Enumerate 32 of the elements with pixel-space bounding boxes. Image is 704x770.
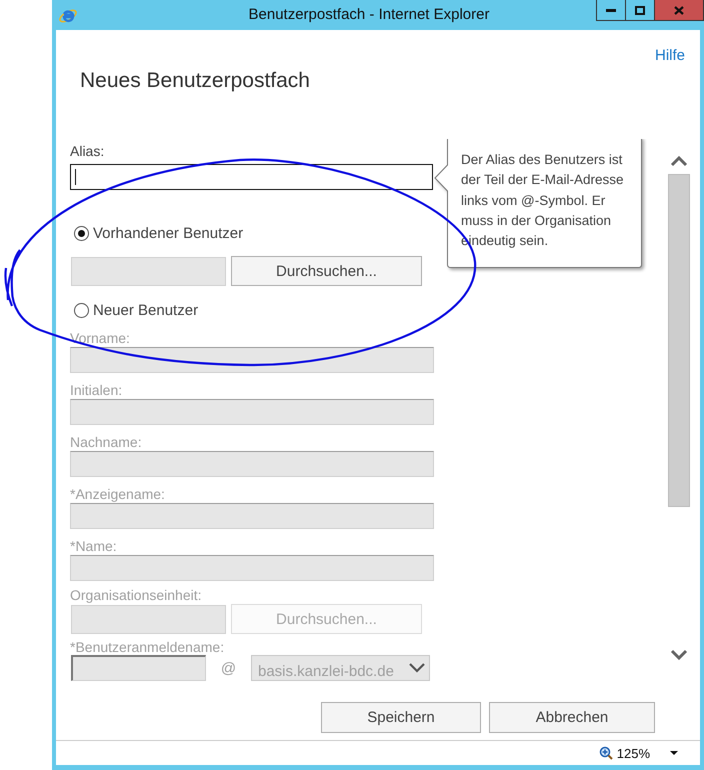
cancel-button[interactable]: Abbrechen [489, 702, 655, 733]
zoom-level[interactable]: 125% [616, 746, 650, 760]
scroll-down-icon[interactable] [670, 649, 688, 661]
field-label: *Anzeigename: [70, 485, 165, 503]
dialog-heading: Neues Benutzerpostfach [80, 68, 311, 94]
help-link[interactable]: Hilfe [654, 47, 685, 65]
field-label: Organisationseinheit: [70, 586, 202, 604]
field-label: Nachname: [70, 433, 142, 451]
close-icon [674, 6, 684, 14]
field-label: *Benutzeranmeldename: [70, 638, 224, 656]
save-button[interactable]: Speichern [321, 702, 481, 733]
field-label: Alias: [70, 142, 104, 160]
at-sign: @ [220, 660, 238, 676]
minimize-icon [606, 8, 616, 12]
radio-button[interactable] [74, 226, 89, 240]
field-label: Vorname: [70, 329, 130, 347]
maximize-icon [635, 6, 645, 14]
zoom-icon [598, 746, 613, 760]
close-button[interactable] [655, 0, 704, 21]
alias-field[interactable] [70, 164, 433, 190]
browse-button[interactable]: Durchsuchen... [231, 256, 422, 286]
caret-down-icon[interactable] [670, 750, 678, 756]
radio-label[interactable]: Vorhandener Benutzer [93, 224, 244, 242]
radio-label[interactable]: Neuer Benutzer [93, 302, 198, 318]
scroll-up-icon[interactable] [670, 155, 688, 167]
chevron-down-icon [409, 663, 425, 673]
scrollbar-thumb[interactable] [668, 174, 690, 507]
minimize-button[interactable] [596, 0, 626, 21]
radio-button[interactable] [74, 302, 89, 318]
window-title: Benutzerpostfach - Internet Explorer [248, 5, 490, 25]
field-label: *Name: [70, 537, 117, 555]
field-label: Initialen: [70, 381, 122, 399]
